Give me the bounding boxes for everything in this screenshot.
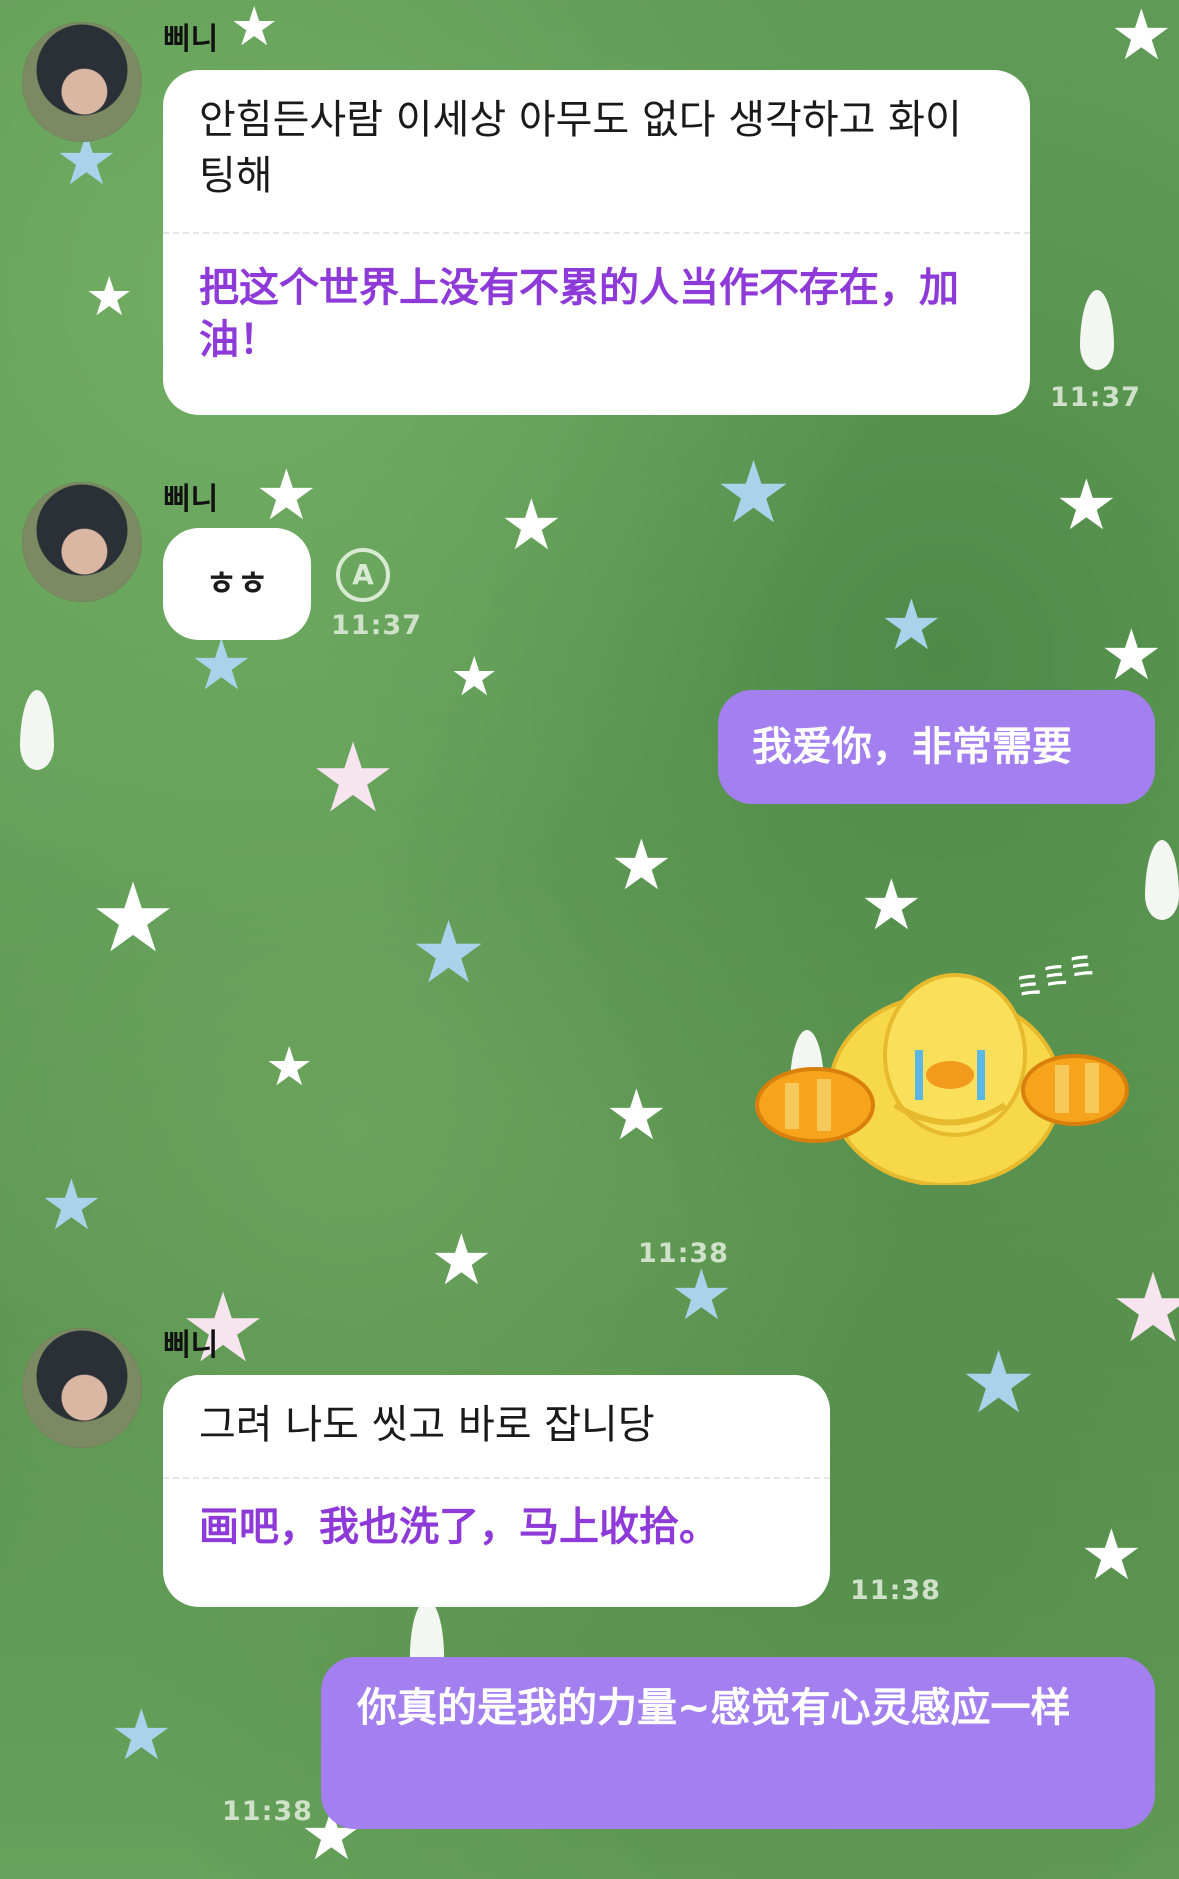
- star-decoration-icon: ★: [255, 454, 318, 536]
- message-original-text: 안힘든사람 이세상 아무도 없다 생각하고 화이팅해: [199, 97, 962, 199]
- message-time: 11:38: [222, 1796, 313, 1827]
- star-decoration-icon: ★: [190, 624, 253, 706]
- star-decoration-icon: ★: [1110, 1252, 1179, 1364]
- star-decoration-icon: ★: [960, 1333, 1038, 1433]
- star-decoration-icon: ★: [610, 824, 673, 906]
- star-decoration-icon: ★: [90, 862, 177, 974]
- star-decoration-icon: ★: [230, 0, 279, 58]
- star-decoration-icon: ★: [880, 584, 943, 666]
- star-decoration-icon: ★: [500, 484, 563, 566]
- translate-icon[interactable]: A: [336, 548, 390, 602]
- star-decoration-icon: ★: [1055, 464, 1118, 546]
- star-decoration-icon: ★: [410, 903, 488, 1003]
- message-translation-text: 把这个世界上没有不累的人当作不存在，加油！: [199, 265, 959, 363]
- star-decoration-icon: ★: [265, 1035, 314, 1098]
- star-decoration-icon: ★: [860, 864, 923, 946]
- avatar[interactable]: [22, 22, 142, 142]
- message-bubble[interactable]: 그려 나도 씻고 바로 잡니당 画吧，我也洗了，马上收拾。: [163, 1375, 830, 1607]
- message-time: 11:37: [1050, 382, 1141, 413]
- star-decoration-icon: ★: [85, 265, 134, 328]
- message-time: 11:38: [850, 1575, 941, 1606]
- sender-name: 삐니: [163, 1328, 219, 1363]
- star-decoration-icon: ★: [310, 722, 397, 834]
- star-decoration-icon: ★: [670, 1254, 733, 1336]
- star-decoration-icon: ★: [1080, 1514, 1143, 1596]
- message-original-text: 그려 나도 씻고 바로 잡니당: [199, 1402, 655, 1448]
- star-decoration-icon: ★: [1110, 0, 1173, 76]
- message-time: 11:37: [331, 610, 422, 641]
- star-decoration-icon: ★: [605, 1074, 668, 1156]
- message-translation-text: 画吧，我也洗了，马上收拾。: [199, 1504, 719, 1550]
- sender-name: 삐니: [163, 22, 219, 57]
- avatar[interactable]: [22, 1328, 142, 1448]
- star-decoration-icon: ★: [1100, 614, 1163, 696]
- star-decoration-icon: ★: [110, 1694, 173, 1776]
- message-bubble[interactable]: ㅎㅎ: [163, 528, 311, 640]
- sender-name: 삐니: [163, 482, 219, 517]
- star-decoration-icon: ★: [450, 645, 499, 708]
- star-decoration-icon: ★: [715, 443, 793, 543]
- duck-sticker-icon: [755, 973, 1129, 1187]
- avatar[interactable]: [22, 482, 142, 602]
- my-message-bubble[interactable]: 我爱你，非常需要: [718, 690, 1155, 804]
- message-time: 11:38: [638, 1238, 729, 1269]
- star-decoration-icon: ★: [430, 1219, 493, 1301]
- my-message-bubble[interactable]: 你真的是我的力量~感觉有心灵感应一样: [321, 1657, 1155, 1829]
- crying-duck-sticker[interactable]: ミミミ: [755, 947, 1135, 1187]
- message-bubble[interactable]: 안힘든사람 이세상 아무도 없다 생각하고 화이팅해 把这个世界上没有不累的人当…: [163, 70, 1030, 415]
- message-original-text: ㅎㅎ: [205, 564, 269, 604]
- star-decoration-icon: ★: [40, 1164, 103, 1246]
